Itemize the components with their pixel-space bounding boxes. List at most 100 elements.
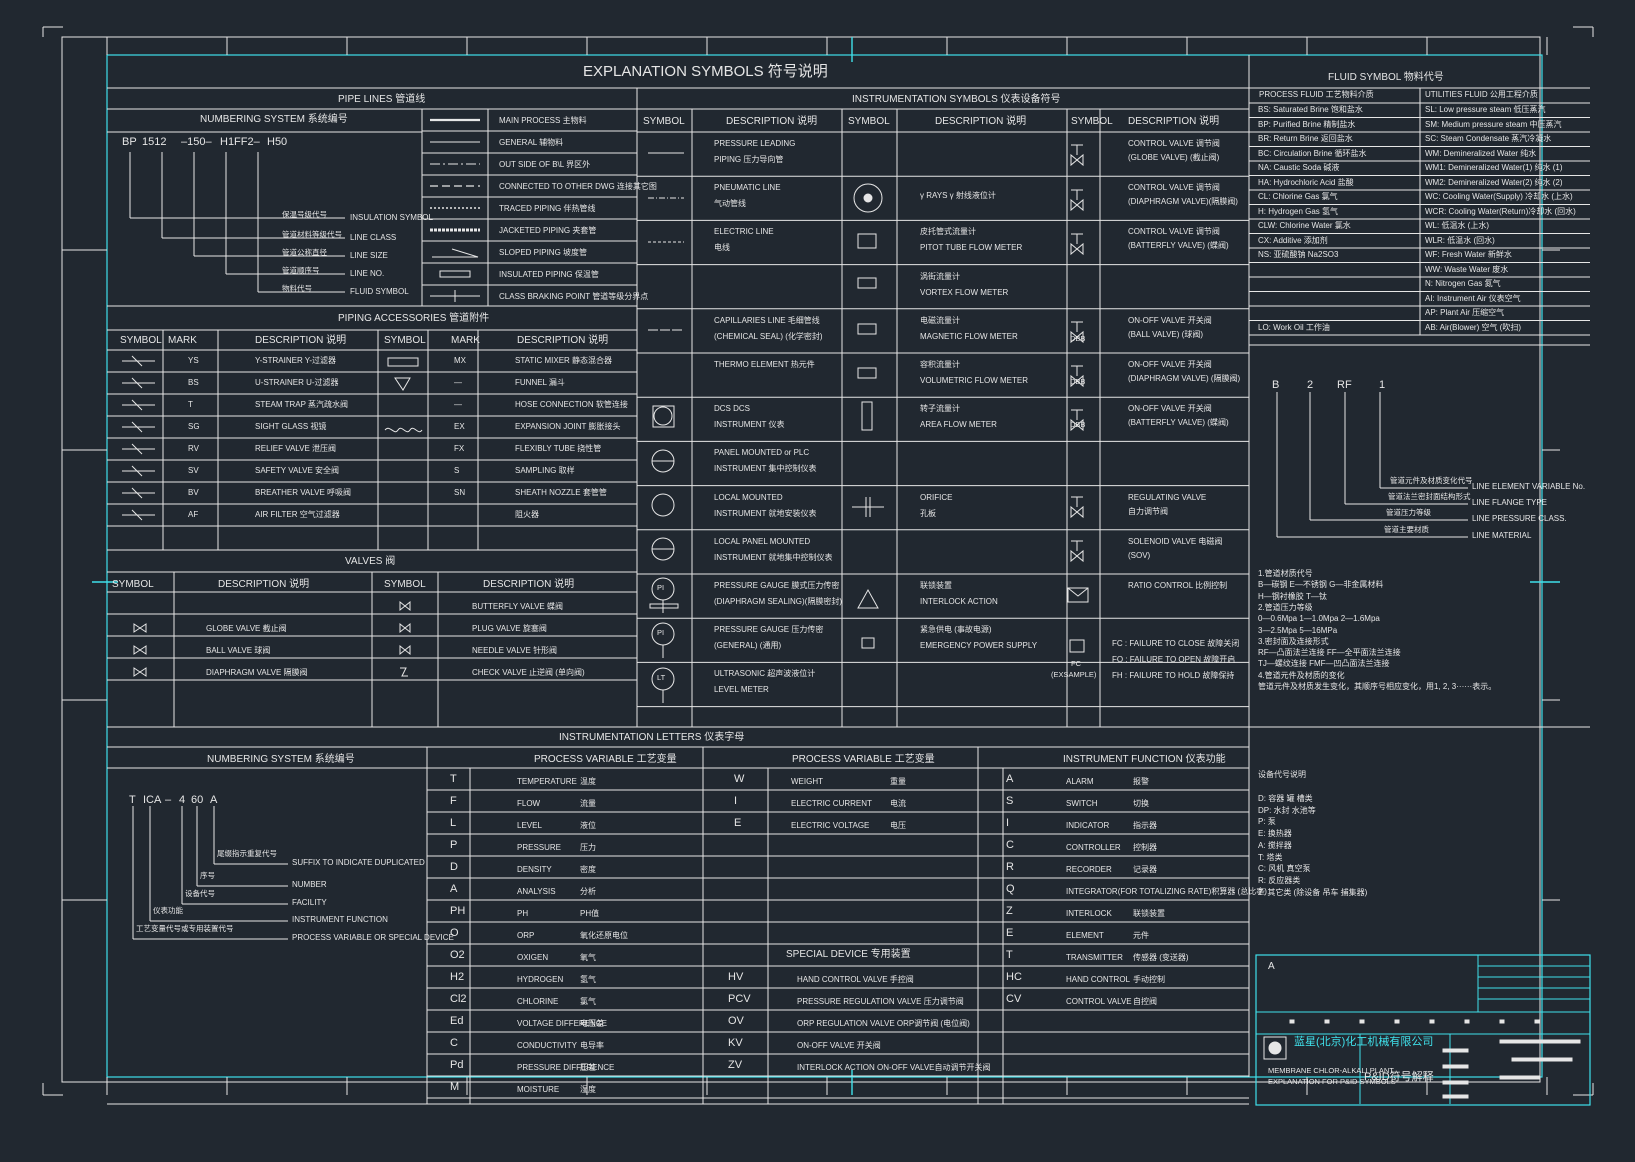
- instr-desc: 自力调节阀: [1128, 506, 1168, 516]
- special-device-header: SPECIAL DEVICE 专用装置: [786, 949, 911, 960]
- accessory-desc: STEAM TRAP 蒸汽疏水阀: [255, 400, 349, 409]
- letters-legend-cn: 仪表功能: [153, 906, 183, 915]
- variable-desc: LEVEL: [517, 821, 542, 830]
- title-block-mark: [1534, 1019, 1540, 1024]
- variable-cn: 电压差: [580, 1019, 604, 1028]
- line-spec-legend-cn: 管道压力等级: [1386, 508, 1431, 517]
- function-cn: 手动控制: [1133, 975, 1165, 984]
- magnetic-meter-symbol: [857, 323, 877, 335]
- utility-fluid-item: WCR: Cooling Water(Return)冷却水 (回水): [1425, 206, 1576, 216]
- instr-desc: 容积流量计: [920, 360, 960, 369]
- variable-desc: ELECTRIC VOLTAGE: [791, 821, 870, 830]
- process-fluid-item: BS: Saturated Brine 饱和盐水: [1258, 105, 1363, 114]
- device-desc: ORP REGULATION VALVE ORP调节阀 (电位阀): [797, 1019, 970, 1028]
- instr-desc: 电线: [714, 243, 730, 253]
- pipe-legend-cn: 物料代号: [282, 284, 312, 293]
- instr-desc: PRESSURE LEADING: [714, 139, 796, 148]
- instr-desc: CONTROL VALVE 调节阀: [1128, 139, 1220, 148]
- interlock-symbol: [857, 588, 879, 609]
- fail-mode-text: FC : FAILURE TO CLOSE 故障关闭: [1112, 639, 1240, 648]
- title-block-mark: [1464, 1019, 1470, 1024]
- line-spec-note: 1.管道材质代号: [1258, 569, 1313, 578]
- instr-desc: ULTRASONIC 超声波液位计: [714, 669, 816, 679]
- process-fluid-item: CX: Additive 添加剂: [1258, 235, 1328, 245]
- pipe-legend-en: LINE CLASS: [350, 233, 397, 242]
- pipe-line-item: SLOPED PIPING 坡度管: [499, 248, 588, 257]
- function-cn: 传感器 (变送器): [1133, 953, 1189, 962]
- instr-col-header: SYMBOL: [1071, 116, 1113, 127]
- instr-desc: DCS DCS: [714, 404, 751, 414]
- instr-desc: 气动管线: [714, 199, 746, 209]
- accessory-symbol: [122, 443, 155, 455]
- letters-legend-cn: 工艺变量代号或专用装置代号: [136, 924, 234, 933]
- variable-cn: 密度: [580, 865, 596, 874]
- accessory-mark: SG: [188, 422, 200, 431]
- accessory-mark: AF: [188, 510, 199, 519]
- variable-desc: CHLORINE: [517, 997, 559, 1006]
- process-fluid-header: PROCESS FLUID 工艺物料介质: [1259, 90, 1374, 99]
- function-desc: TRANSMITTER: [1066, 953, 1123, 962]
- variable-desc: ORP: [517, 931, 535, 940]
- bubble-tag: LT: [657, 673, 666, 682]
- tag-code-part: –: [165, 794, 172, 806]
- accessory-symbol: [122, 399, 155, 411]
- pipe-line-item: MAIN PROCESS 主物料: [499, 116, 587, 125]
- instr-letters-header: INSTRUMENTATION LETTERS 仪表字母: [559, 732, 745, 743]
- variable-cn: PH值: [580, 909, 600, 918]
- example-valve-symbol: [1069, 639, 1085, 653]
- instr-desc: (GLOBE VALVE) (截止阀): [1128, 153, 1220, 162]
- instr-desc: 紧急供电 (事故电源): [920, 625, 992, 635]
- instr-desc: PNEUMATIC LINE: [714, 183, 781, 193]
- variable-cn: 氧化还原电位: [580, 931, 628, 940]
- device-desc: ON-OFF VALVE 开关阀: [797, 1041, 881, 1050]
- accessory-symbol: [122, 465, 155, 477]
- function-desc: ALARM: [1066, 777, 1094, 786]
- example-tag: FC: [1071, 659, 1081, 668]
- valves-col-header: DESCRIPTION 说明: [483, 579, 575, 590]
- equipment-code-item: DP: 水封 水池等: [1258, 805, 1316, 815]
- pipe-numbering-header: NUMBERING SYSTEM 系统编号: [200, 114, 348, 125]
- pipe-line-item: TRACED PIPING 伴热管线: [499, 204, 596, 213]
- variable-code: O: [450, 927, 459, 939]
- instr-desc: (DIAPHRAGM VALVE)(隔膜阀): [1128, 197, 1238, 207]
- valve-symbol: [399, 644, 411, 656]
- pipe-code-part: 1512: [142, 136, 167, 148]
- volumetric-meter-symbol: [857, 367, 877, 379]
- check-valve-symbol: [400, 667, 408, 677]
- instr-desc: INSTRUMENT 就地安装仪表: [714, 508, 817, 518]
- function-cn: 切换: [1133, 799, 1149, 808]
- pipe-line-item: CONNECTED TO OTHER DWG 连接其它图: [499, 182, 657, 191]
- accessory-desc: STATIC MIXER 静态混合器: [515, 356, 613, 365]
- variable-code: A: [450, 883, 458, 895]
- title-block-mark: [1511, 1057, 1573, 1062]
- accessory-mark: BV: [188, 488, 199, 497]
- instr-desc: 涡街流量计: [920, 271, 960, 281]
- pv-header: PROCESS VARIABLE 工艺变量: [534, 754, 677, 765]
- line-spec-legend-en: LINE ELEMENT VARIABLE No.: [1472, 482, 1586, 491]
- pipe-legend-cn: 管道公称直径: [282, 248, 327, 257]
- letters-legend-en: NUMBER: [292, 880, 327, 889]
- pipe-legend-cn: 保温号级代号: [282, 210, 327, 219]
- fail-mode-text: FH : FAILURE TO HOLD 故障保持: [1112, 671, 1235, 680]
- accessory-mark: RV: [188, 444, 199, 453]
- function-cn: 报警: [1133, 777, 1149, 786]
- accessories-col-header: MARK: [168, 335, 197, 346]
- drawing-sheet: EXPLANATION SYMBOLS 符号说明 PIPE LINES 管道线 N…: [0, 0, 1635, 1162]
- utility-fluid-item: WC: Cooling Water(Supply) 冷却水 (上水): [1425, 192, 1573, 201]
- accessory-desc: SAFETY VALVE 安全阀: [255, 466, 340, 475]
- variable-cn: 电压: [890, 821, 906, 830]
- area-meter-symbol: [861, 401, 873, 431]
- function-code: A: [1006, 773, 1014, 785]
- accessory-mark: MX: [454, 356, 466, 365]
- valve-symbol: [399, 622, 411, 634]
- accessory-symbol: [122, 487, 155, 499]
- valve-desc: CHECK VALVE 止逆阀 (单向阀): [472, 668, 585, 677]
- utility-fluid-item: WLR: 低温水 (回水): [1425, 235, 1495, 245]
- function-cn: 记录器: [1133, 865, 1157, 874]
- pipe-line-item: CLASS BRAKING POINT 管道等级分界点: [499, 292, 649, 301]
- accessory-desc: Y-STRAINER Y-过滤器: [255, 356, 337, 365]
- line-spec-note: B—碳钢 E—不锈钢 G—非金属材料: [1258, 580, 1384, 590]
- instr-desc: PRESSURE GAUGE 压力传密: [714, 625, 824, 635]
- variable-cn: 氢气: [580, 975, 596, 984]
- function-code: CV: [1006, 993, 1022, 1005]
